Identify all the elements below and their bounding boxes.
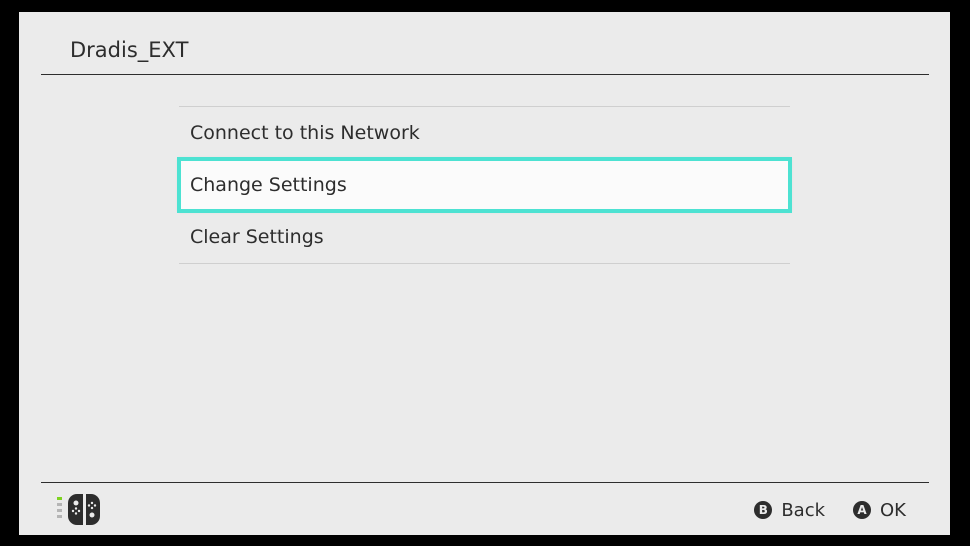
- menu-item-clear-settings[interactable]: Clear Settings: [179, 211, 790, 263]
- a-button-icon: A: [853, 501, 872, 519]
- menu-divider: [179, 263, 790, 264]
- joycon-controller-icon: [57, 494, 100, 525]
- screen: Dradis_EXT Connect to this Network Chang…: [19, 12, 950, 535]
- back-button[interactable]: B Back: [754, 500, 825, 521]
- menu-item-connect[interactable]: Connect to this Network: [179, 107, 790, 159]
- settings-menu: Connect to this Network Change Settings …: [177, 106, 792, 264]
- b-button-icon: B: [754, 501, 773, 519]
- menu-item-label: Connect to this Network: [190, 122, 420, 144]
- ok-button[interactable]: A OK: [853, 500, 906, 521]
- menu-item-change-settings[interactable]: Change Settings: [177, 157, 792, 213]
- ok-label: OK: [880, 499, 906, 521]
- footer-divider: [41, 482, 929, 483]
- header-divider: [41, 74, 929, 75]
- button-hints: B Back A OK: [726, 495, 906, 525]
- menu-item-label: Change Settings: [190, 174, 347, 196]
- back-label: Back: [781, 499, 826, 521]
- page-title: Dradis_EXT: [70, 38, 189, 62]
- controller-status: [57, 494, 101, 526]
- menu-item-label: Clear Settings: [190, 226, 324, 248]
